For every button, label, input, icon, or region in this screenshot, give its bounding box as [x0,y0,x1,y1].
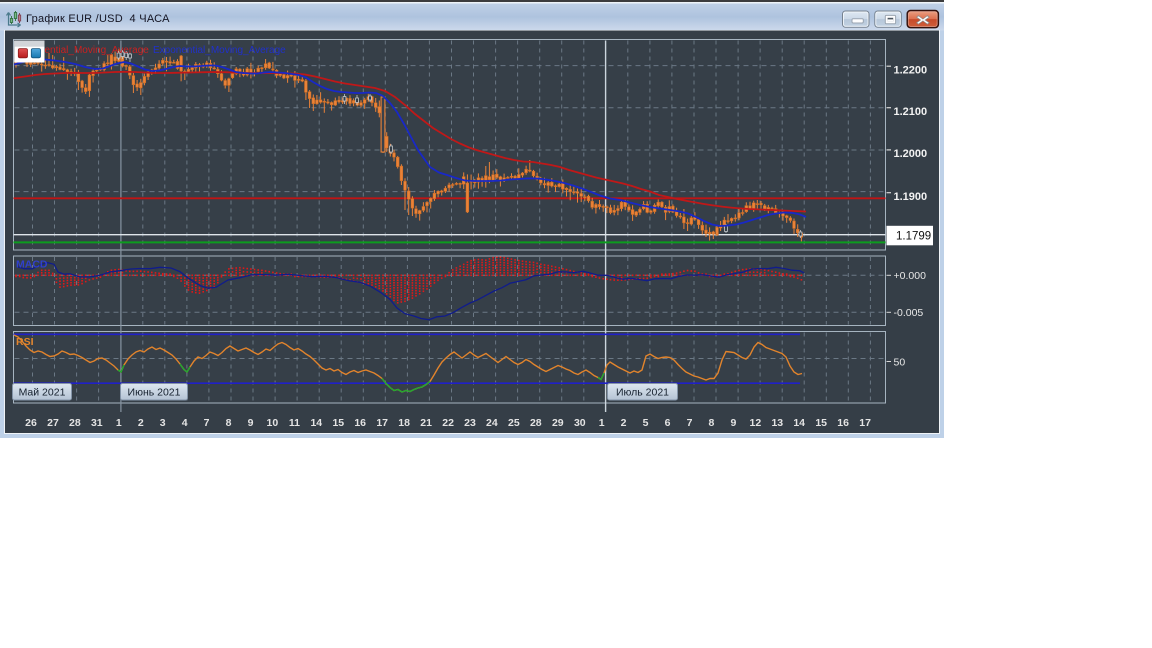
svg-text:27: 27 [47,417,59,429]
svg-text:-0.005: -0.005 [894,307,924,319]
svg-text:28: 28 [69,417,81,429]
svg-text:Exponential_Moving_Average: Exponential_Moving_Average [153,45,286,56]
svg-text:График EUR /USD 4 ЧАСА: График EUR /USD 4 ЧАСА [26,13,170,25]
svg-text:1.2200: 1.2200 [894,65,928,77]
svg-text:11: 11 [289,417,300,429]
svg-text:1.2100: 1.2100 [894,106,928,118]
svg-text:Июнь 2021: Июнь 2021 [128,387,181,399]
svg-text:9: 9 [248,417,254,429]
svg-text:3: 3 [160,417,166,429]
svg-text:RSI: RSI [16,336,34,348]
svg-text:1.2000: 1.2000 [894,148,928,160]
svg-text:25: 25 [508,417,520,429]
svg-text:Май 2021: Май 2021 [19,387,66,399]
svg-text:16: 16 [837,417,849,429]
svg-text:26: 26 [25,417,37,429]
svg-text:4: 4 [182,417,188,429]
svg-text:ential_Moving_Average: ential_Moving_Average [45,45,150,56]
svg-text:17: 17 [376,417,388,429]
svg-text:10: 10 [267,417,279,429]
svg-text:15: 15 [815,417,827,429]
svg-text:28: 28 [530,417,542,429]
svg-text:1: 1 [599,417,605,429]
svg-text:31: 31 [91,417,103,429]
svg-text:15: 15 [332,417,344,429]
svg-text:50: 50 [894,357,906,369]
svg-text:12: 12 [750,417,762,429]
svg-text:1.1900: 1.1900 [894,191,928,203]
svg-text:17: 17 [859,417,871,429]
svg-text:1.1799: 1.1799 [896,231,931,243]
svg-text:6: 6 [665,417,671,429]
svg-text:24: 24 [486,417,498,429]
svg-text:+0.000: +0.000 [894,270,927,282]
svg-text:Июль 2021: Июль 2021 [616,387,669,399]
svg-text:22: 22 [442,417,454,429]
svg-text:18: 18 [398,417,410,429]
svg-text:5: 5 [643,417,649,429]
svg-text:1: 1 [116,417,122,429]
svg-text:2: 2 [138,417,144,429]
svg-text:23: 23 [464,417,476,429]
svg-text:8: 8 [708,417,714,429]
svg-text:14: 14 [793,417,805,429]
svg-text:13: 13 [771,417,783,429]
svg-text:9: 9 [730,417,736,429]
svg-text:8: 8 [226,417,232,429]
svg-text:7: 7 [687,417,693,429]
svg-text:2: 2 [621,417,627,429]
svg-text:14: 14 [310,417,322,429]
svg-text:16: 16 [354,417,366,429]
svg-text:MACD: MACD [16,259,48,271]
svg-text:29: 29 [552,417,564,429]
svg-text:30: 30 [574,417,586,429]
svg-text:7: 7 [204,417,210,429]
svg-text:21: 21 [420,417,432,429]
